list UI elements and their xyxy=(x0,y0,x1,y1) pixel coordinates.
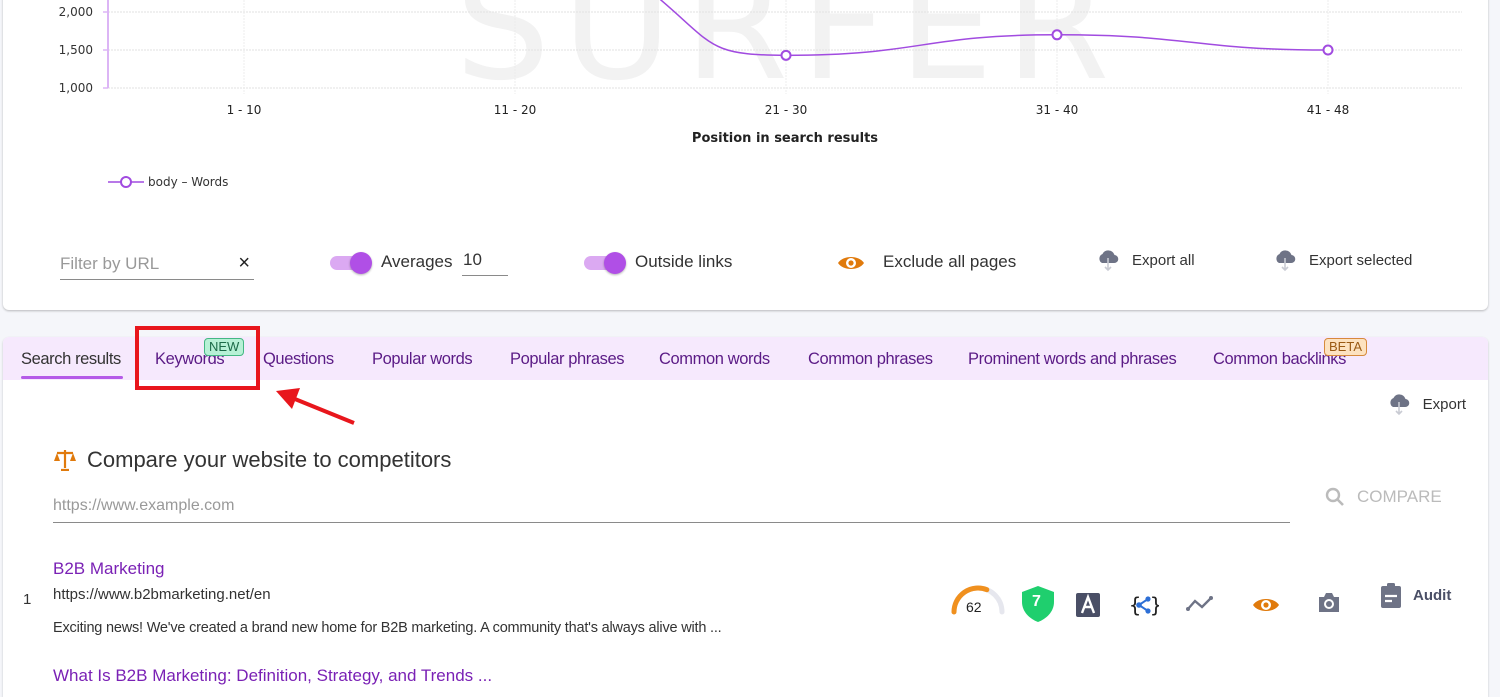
font-icon[interactable] xyxy=(1076,593,1100,617)
cloud-download-icon xyxy=(1276,250,1296,272)
audit-button[interactable]: Audit xyxy=(1381,582,1451,608)
svg-text:}: } xyxy=(1150,593,1159,617)
tab-popular-words[interactable]: Popular words xyxy=(372,350,473,369)
tab-common-phrases[interactable]: Common phrases xyxy=(808,350,933,369)
highlight-annotation xyxy=(135,326,260,390)
arrow-annotation-icon xyxy=(276,388,355,425)
y-tick-label: 1,500 xyxy=(59,43,93,57)
result-title-link[interactable]: What Is B2B Marketing: Definition, Strat… xyxy=(53,666,492,686)
filter-url-input[interactable] xyxy=(60,248,220,274)
compare-heading: Compare your website to competitors xyxy=(53,447,451,473)
search-icon xyxy=(1325,487,1344,506)
x-tick-label: 31 - 40 xyxy=(1036,103,1079,117)
averages-count-input[interactable]: 10 xyxy=(462,247,508,276)
export-selected-label: Export selected xyxy=(1309,251,1413,269)
export-all-button[interactable]: Export all xyxy=(1096,248,1195,272)
cloud-download-icon xyxy=(1390,394,1409,416)
chart-controls: × Averages 10 Outside links Exclude all … xyxy=(0,245,1500,285)
audit-label: Audit xyxy=(1413,586,1452,604)
content-score-value: 62 xyxy=(966,599,982,615)
tab-search-results[interactable]: Search results xyxy=(21,350,121,369)
scales-icon xyxy=(54,450,76,471)
close-icon[interactable]: × xyxy=(238,252,250,275)
x-axis-title: Position in search results xyxy=(691,131,879,146)
compare-url-field[interactable] xyxy=(53,487,1290,523)
camera-icon[interactable] xyxy=(1317,591,1341,613)
data-point xyxy=(1051,29,1063,41)
outside-links-toggle[interactable] xyxy=(584,251,628,274)
compare-title-text: Compare your website to competitors xyxy=(87,447,452,472)
export-selected-button[interactable]: Export selected xyxy=(1273,248,1412,272)
search-result-row: 1 B2B Marketing https://www.b2bmarketing… xyxy=(3,559,1488,644)
word-count-chart: 1,000 1,500 2,000 1 - 10 11 - 20 21 - 30 31 - … xyxy=(59,0,1462,117)
chart-legend[interactable]: body – Words xyxy=(108,175,228,189)
outside-links-label: Outside links xyxy=(635,252,733,271)
averages-label: Averages xyxy=(381,252,453,271)
x-tick-label: 41 - 48 xyxy=(1307,103,1350,117)
exclude-all-pages[interactable]: Exclude all pages xyxy=(883,252,1016,272)
cloud-download-icon xyxy=(1099,250,1119,272)
results-card: Search results Keywords NEW Questions Po… xyxy=(3,337,1488,697)
averages-toggle[interactable] xyxy=(330,251,374,274)
result-url: https://www.b2bmarketing.net/en xyxy=(53,586,271,603)
compare-button[interactable]: COMPARE xyxy=(1325,487,1442,507)
result-rank: 1 xyxy=(23,591,32,608)
y-tick-label: 1,000 xyxy=(59,81,93,95)
export-button[interactable]: Export xyxy=(1387,392,1466,416)
data-point xyxy=(1322,44,1334,56)
active-tab-indicator xyxy=(21,376,123,379)
y-tick-label: 2,000 xyxy=(59,5,93,19)
result-description: Exciting news! We've created a brand new… xyxy=(53,620,722,636)
legend-marker-icon xyxy=(108,176,144,188)
trend-icon[interactable] xyxy=(1186,595,1214,613)
tab-questions[interactable]: Questions xyxy=(263,350,334,369)
clipboard-icon xyxy=(1381,583,1401,608)
x-tick-label: 21 - 30 xyxy=(765,103,808,117)
structured-data-icon[interactable]: { } xyxy=(1129,592,1159,618)
legend-label: body – Words xyxy=(148,175,229,189)
data-point xyxy=(780,49,792,61)
security-score-shield[interactable]: 7 xyxy=(1020,585,1058,623)
eye-icon[interactable] xyxy=(837,254,865,272)
result-title-link[interactable]: B2B Marketing xyxy=(53,559,165,579)
beta-badge: BETA xyxy=(1324,338,1367,356)
eye-icon[interactable] xyxy=(1252,596,1280,614)
tab-popular-phrases[interactable]: Popular phrases xyxy=(510,350,625,369)
filter-by-url[interactable]: × xyxy=(60,248,254,280)
compare-button-label: COMPARE xyxy=(1357,487,1442,506)
compare-url-input[interactable] xyxy=(53,487,1290,515)
tab-prominent-words-and-phrases[interactable]: Prominent words and phrases xyxy=(968,350,1177,369)
export-all-label: Export all xyxy=(1132,251,1195,269)
series-line xyxy=(659,0,1329,57)
security-score-value: 7 xyxy=(1032,593,1041,610)
tab-common-words[interactable]: Common words xyxy=(659,350,770,369)
x-tick-label: 1 - 10 xyxy=(227,103,262,117)
export-label: Export xyxy=(1422,395,1466,413)
x-tick-label: 11 - 20 xyxy=(494,103,537,117)
content-score-gauge[interactable]: 62 xyxy=(948,582,1008,618)
